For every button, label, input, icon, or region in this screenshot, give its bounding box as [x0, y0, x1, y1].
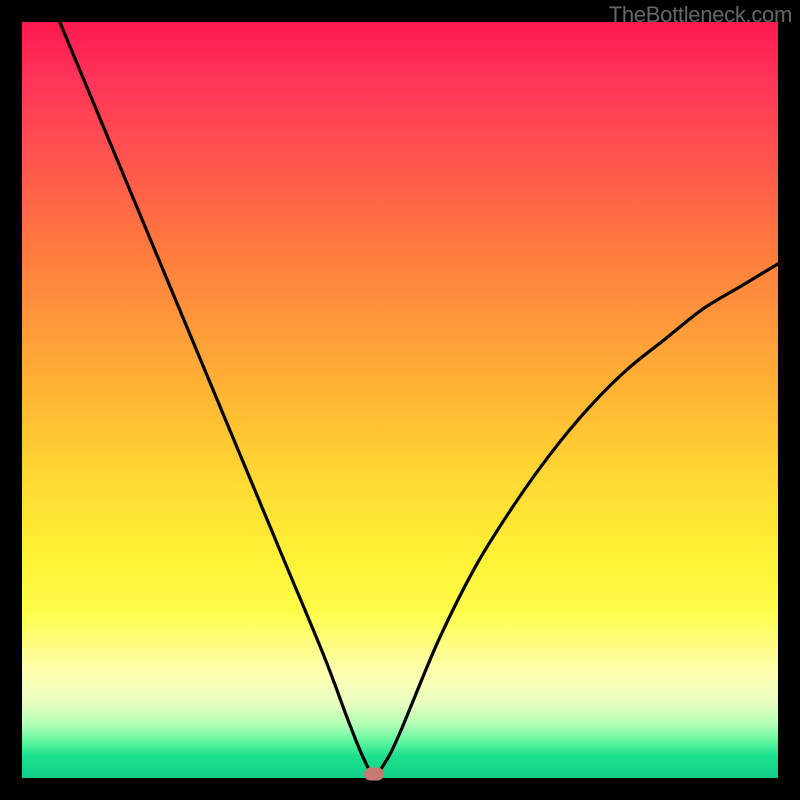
optimal-point-marker	[364, 768, 384, 781]
gradient-plot-area	[22, 22, 778, 778]
watermark-text: TheBottleneck.com	[609, 2, 792, 28]
